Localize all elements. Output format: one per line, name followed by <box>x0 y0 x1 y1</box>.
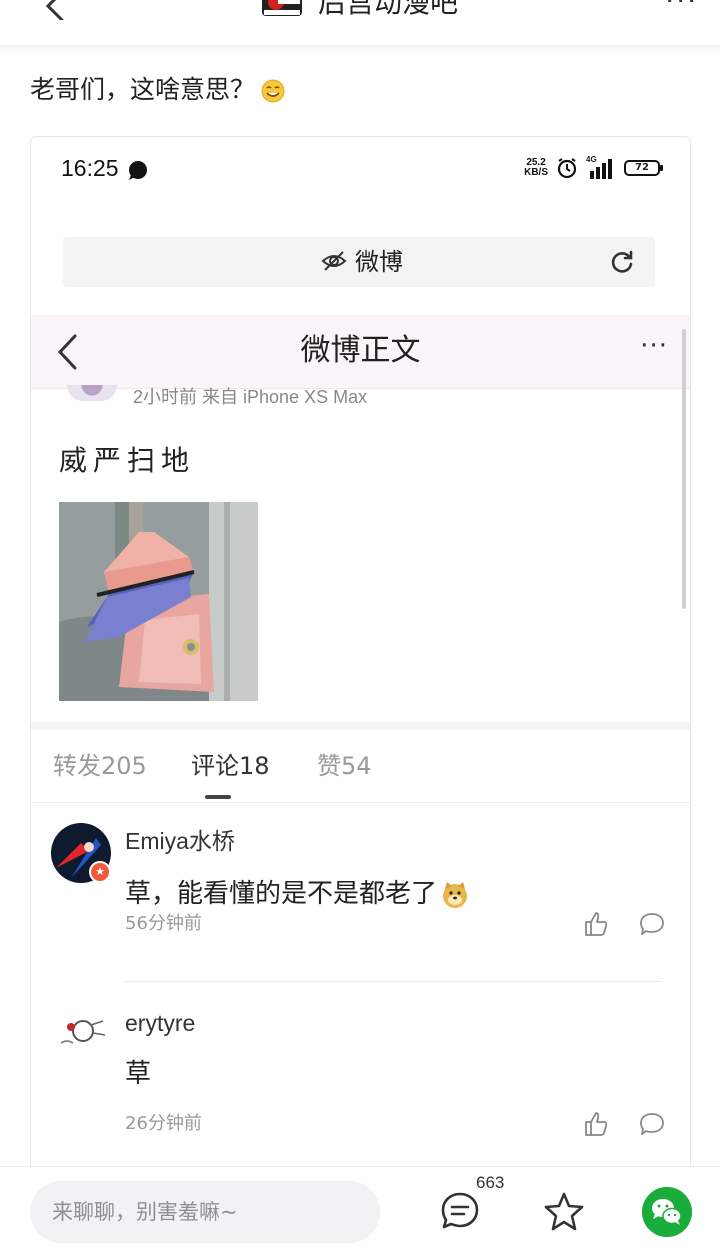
commenter-avatar[interactable] <box>51 1003 111 1063</box>
battery-indicator: 72 <box>624 160 663 176</box>
weibo-text: 威严扫地 <box>59 444 196 477</box>
app-top-bar: 后宫动漫吧 ··· <box>0 0 720 46</box>
comment-divider <box>125 981 662 982</box>
author-avatar[interactable] <box>67 385 117 401</box>
post-meta-text: 2小时前 来自 iPhone XS Max <box>133 387 368 407</box>
active-tab-indicator <box>205 795 231 799</box>
alarm-clock-icon <box>557 158 577 179</box>
refresh-icon[interactable] <box>609 249 635 275</box>
forum-title: 后宫动漫吧 <box>318 0 459 19</box>
weibo-tabs: 转发205 评论18 赞54 <box>31 735 690 803</box>
more-dots-icon[interactable]: ··· <box>665 0 698 16</box>
chevron-left-icon[interactable] <box>40 0 70 20</box>
comment-time: 26分钟前 <box>125 1113 202 1134</box>
tab-reposts[interactable]: 转发205 <box>53 749 147 783</box>
broom-dustpan-photo[interactable] <box>59 502 258 701</box>
tab-likes[interactable]: 赞54 <box>317 749 372 783</box>
phone-status-bar: 16:25 25.2 KB/S 4G 72 <box>31 137 690 201</box>
topbar-shadow <box>0 46 720 58</box>
post-title-text: 老哥们，这啥意思？ <box>30 75 256 104</box>
wechat-share-icon[interactable] <box>642 1187 692 1237</box>
comment-text-body: 草，能看懂的是不是都老了 <box>125 879 438 909</box>
hidden-eye-icon <box>321 251 347 271</box>
doge-emoji-icon <box>443 881 468 908</box>
forum-avatar-icon <box>262 0 302 16</box>
more-dots-icon[interactable]: ··· <box>640 331 668 361</box>
star-favorite-icon[interactable] <box>542 1191 586 1233</box>
status-icons: 25.2 KB/S 4G 72 <box>524 155 663 181</box>
scrollbar[interactable] <box>682 329 686 609</box>
reply-input[interactable] <box>30 1181 380 1243</box>
comment-text: 草，能看懂的是不是都老了 <box>125 875 469 913</box>
post-title: 老哥们，这啥意思？ <box>30 70 285 110</box>
notification-bubble-icon <box>129 161 147 180</box>
bottom-reply-bar: 663 <box>0 1166 720 1253</box>
commenter-name[interactable]: erytyre <box>125 1007 195 1039</box>
vip-badge-icon: ★ <box>89 861 111 883</box>
comment-text: 草 <box>125 1059 152 1089</box>
network-speed: 25.2 KB/S <box>524 158 548 178</box>
thumbs-up-icon[interactable] <box>583 1111 609 1137</box>
section-separator <box>31 722 690 730</box>
signal-strength-icon: 4G <box>586 155 616 179</box>
status-time: 16:25 <box>61 155 119 181</box>
comments-icon[interactable] <box>440 1191 480 1231</box>
browser-address-bar[interactable]: 微博 <box>63 237 655 287</box>
weibo-page-title: 微博正文 <box>300 333 421 368</box>
smile-emoji-icon <box>261 79 285 103</box>
thumbs-up-icon[interactable] <box>583 911 609 937</box>
comment-count: 663 <box>476 1173 505 1192</box>
site-name: 微博 <box>355 248 403 276</box>
comment-time: 56分钟前 <box>125 913 202 934</box>
speed-unit: KB/S <box>524 167 548 178</box>
post-image-screenshot[interactable]: 16:25 25.2 KB/S 4G 72 微博 微博正文 ··· 2小时前 来… <box>30 136 691 1176</box>
reply-bubble-icon[interactable] <box>639 1111 665 1137</box>
commenter-name[interactable]: Emiya水桥 <box>125 825 235 857</box>
weibo-nav-bar: 微博正文 ··· <box>31 315 690 389</box>
tab-comments[interactable]: 评论18 <box>191 749 270 783</box>
reply-bubble-icon[interactable] <box>639 911 665 937</box>
